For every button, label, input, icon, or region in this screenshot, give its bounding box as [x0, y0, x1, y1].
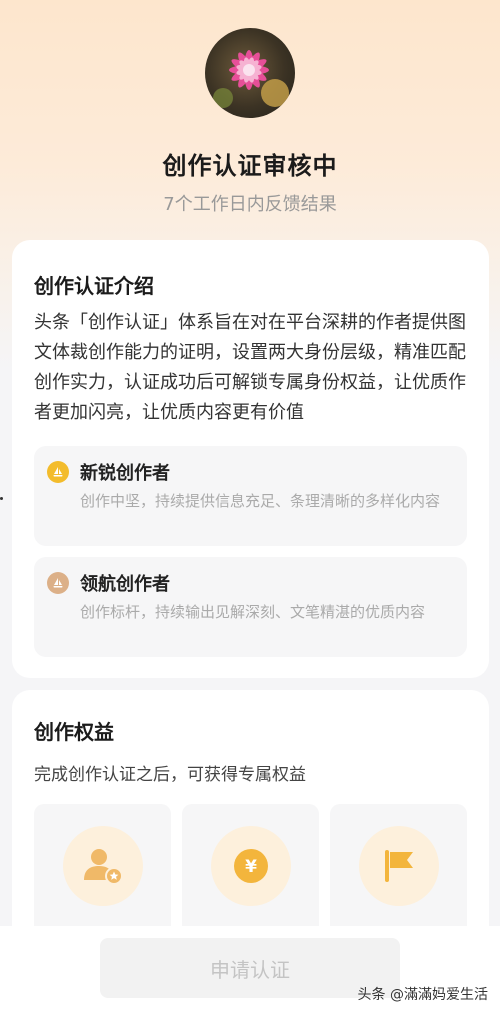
rights-title: 创作权益 — [34, 720, 114, 744]
avatar[interactable] — [205, 28, 295, 118]
tier-description: 创作中坚，持续提供信息充足、条理清晰的多样化内容 — [80, 492, 441, 510]
intro-card: 创作认证介绍 头条「创作认证」体系旨在对在平台深耕的作者提供图文体裁创作能力的证… — [12, 240, 489, 678]
perk-card[interactable] — [34, 804, 171, 944]
sailboat-icon — [47, 572, 69, 594]
flag-icon — [359, 826, 439, 906]
sailboat-icon — [47, 461, 69, 483]
intro-title: 创作认证介绍 — [34, 274, 154, 298]
perk-card[interactable]: ¥ — [182, 804, 319, 944]
status-subtitle: 7个工作日内反馈结果 — [163, 194, 337, 215]
tier-description: 创作标杆，持续输出见解深刻、文笔精湛的优质内容 — [80, 603, 426, 621]
edge-dot — [0, 497, 3, 500]
yuan-coin-icon: ¥ — [211, 826, 291, 906]
status-title: 创作认证审核中 — [162, 152, 338, 180]
tier-leading-creator: 领航创作者 创作标杆，持续输出见解深刻、文笔精湛的优质内容 — [34, 557, 467, 657]
tier-rising-creator: 新锐创作者 创作中坚，持续提供信息充足、条理清晰的多样化内容 — [34, 446, 467, 546]
rights-subtitle: 完成创作认证之后，可获得专属权益 — [34, 765, 306, 785]
flower-avatar-image — [213, 50, 289, 108]
perk-card[interactable] — [330, 804, 467, 944]
tier-name: 领航创作者 — [80, 574, 170, 595]
user-star-icon — [63, 826, 143, 906]
watermark: 头条 @滿滿妈爱生活 — [357, 987, 488, 1003]
tier-name: 新锐创作者 — [80, 463, 170, 484]
intro-text: 头条「创作认证」体系旨在对在平台深耕的作者提供图文体裁创作能力的证明，设置两大身… — [34, 312, 466, 423]
svg-text:¥: ¥ — [245, 857, 257, 877]
apply-certification-button[interactable]: 申请认证 — [100, 938, 400, 998]
